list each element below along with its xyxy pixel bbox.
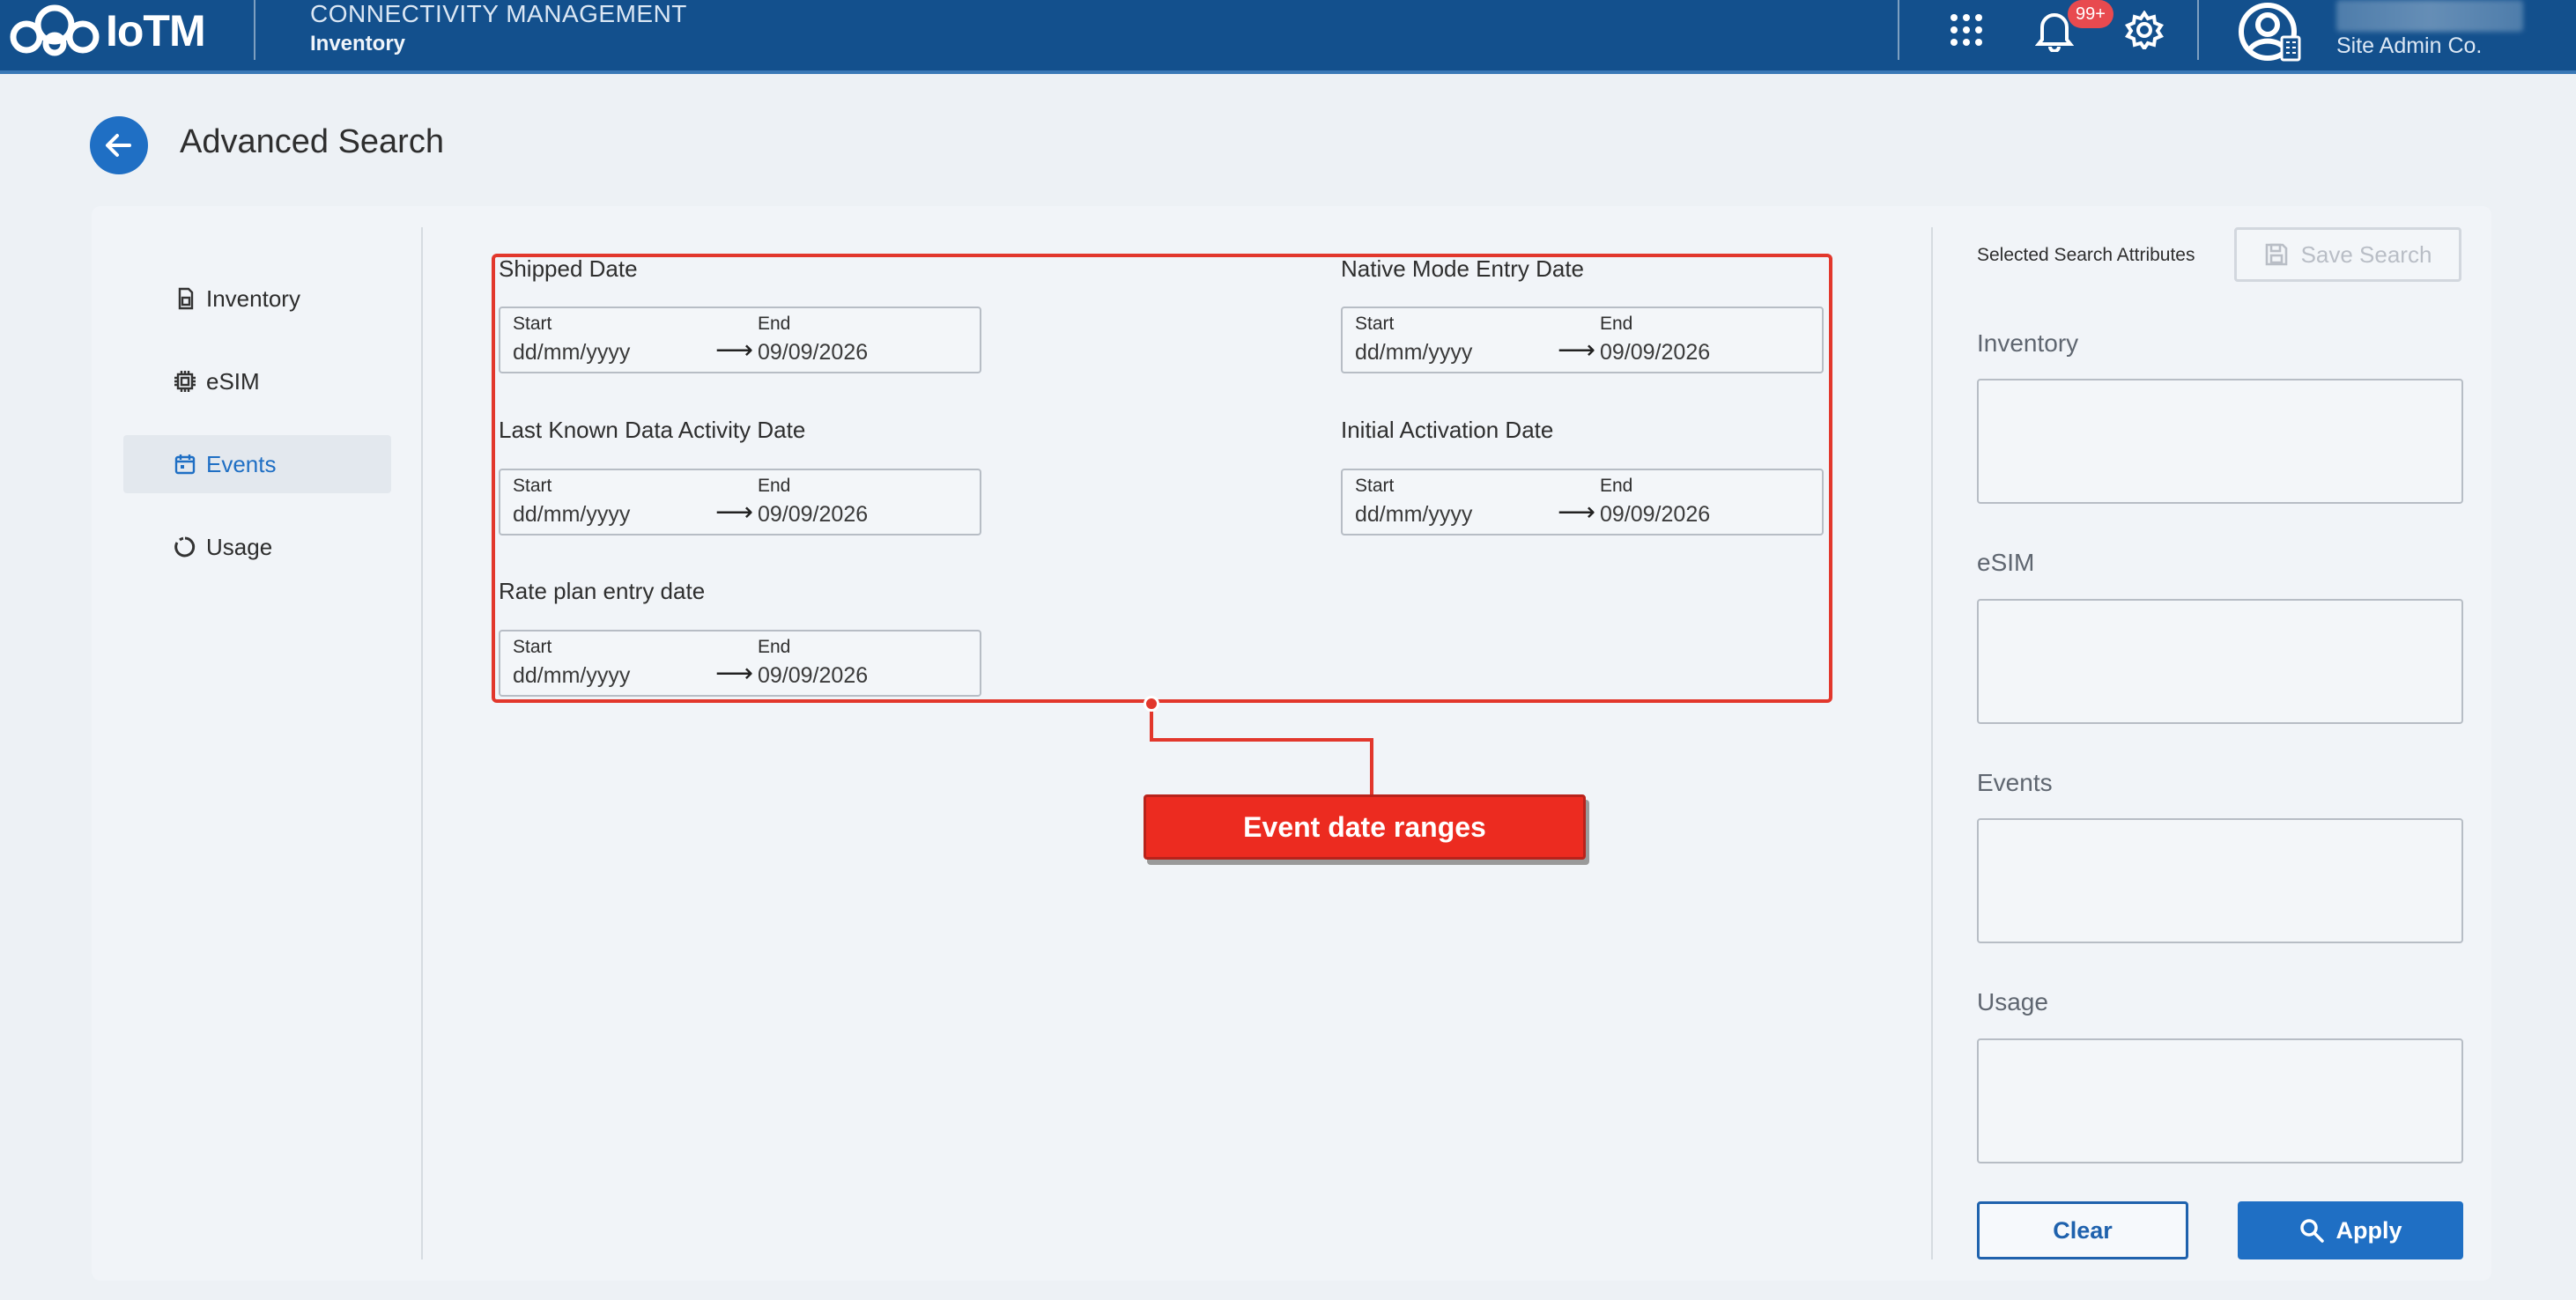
user-name-redacted: [2336, 0, 2523, 32]
app-title: CONNECTIVITY MANAGEMENT: [310, 0, 687, 27]
floppy-disk-icon: [2265, 243, 2287, 266]
sidebar-item-inventory[interactable]: Inventory: [123, 270, 391, 328]
save-search-button[interactable]: Save Search: [2234, 227, 2461, 282]
annotation-highlight-box: [492, 254, 1832, 703]
top-bar: IoTM CONNECTIVITY MANAGEMENT Inventory 9…: [0, 0, 2576, 74]
gear-icon[interactable]: [2120, 7, 2169, 53]
sidebar-item-esim[interactable]: eSIM: [123, 352, 391, 410]
sidebar-item-events[interactable]: Events: [123, 435, 391, 493]
esim-attributes-box: [1977, 599, 2463, 724]
company-name: Site Admin Co.: [2336, 33, 2483, 58]
sidebar-item-usage[interactable]: Usage: [123, 518, 391, 576]
header-divider: [2197, 0, 2199, 60]
clear-button[interactable]: Clear: [1977, 1201, 2188, 1259]
app-logo[interactable]: IoTM: [7, 2, 206, 60]
notification-badge: 99+: [2068, 0, 2113, 28]
search-icon: [2300, 1219, 2325, 1243]
sidebar-item-label: Usage: [206, 533, 273, 560]
sidebar-divider: [421, 227, 423, 1259]
annotation-connector: [1370, 738, 1373, 796]
sidebar-item-label: Events: [206, 450, 277, 477]
chip-icon: [174, 371, 196, 392]
cloud-logo-icon: [10, 4, 100, 56]
right-panel-divider: [1931, 227, 1933, 1259]
inventory-attributes-box: [1977, 379, 2463, 504]
events-attributes-box: [1977, 818, 2463, 943]
selected-attributes-title: Selected Search Attributes: [1977, 245, 2195, 265]
apply-button[interactable]: Apply: [2238, 1201, 2463, 1259]
sim-card-icon: [178, 287, 194, 310]
sidebar-item-label: Inventory: [206, 284, 300, 312]
logo-text: IoTM: [106, 6, 206, 55]
user-avatar-icon[interactable]: [2234, 0, 2301, 65]
annotation-anchor-dot: [1144, 696, 1159, 712]
page-title: Advanced Search: [180, 123, 444, 160]
sidebar-item-label: eSIM: [206, 367, 260, 395]
events-attributes-label: Events: [1977, 769, 2053, 796]
apply-label: Apply: [2335, 1216, 2402, 1244]
inventory-attributes-label: Inventory: [1977, 329, 2079, 357]
usage-attributes-label: Usage: [1977, 988, 2048, 1016]
usage-attributes-box: [1977, 1038, 2463, 1163]
esim-attributes-label: eSIM: [1977, 549, 2035, 576]
save-search-label: Save Search: [2300, 240, 2432, 268]
annotation-connector: [1150, 738, 1373, 742]
back-button[interactable]: [90, 116, 148, 174]
app-subtitle: Inventory: [310, 32, 406, 55]
apps-grid-icon[interactable]: [1942, 7, 1991, 53]
calendar-icon: [174, 454, 196, 475]
annotation-label: Event date ranges: [1144, 794, 1586, 860]
donut-chart-icon: [174, 536, 196, 558]
arrow-left-icon: [106, 134, 131, 157]
header-divider: [1898, 0, 1899, 60]
header-divider: [254, 0, 255, 60]
